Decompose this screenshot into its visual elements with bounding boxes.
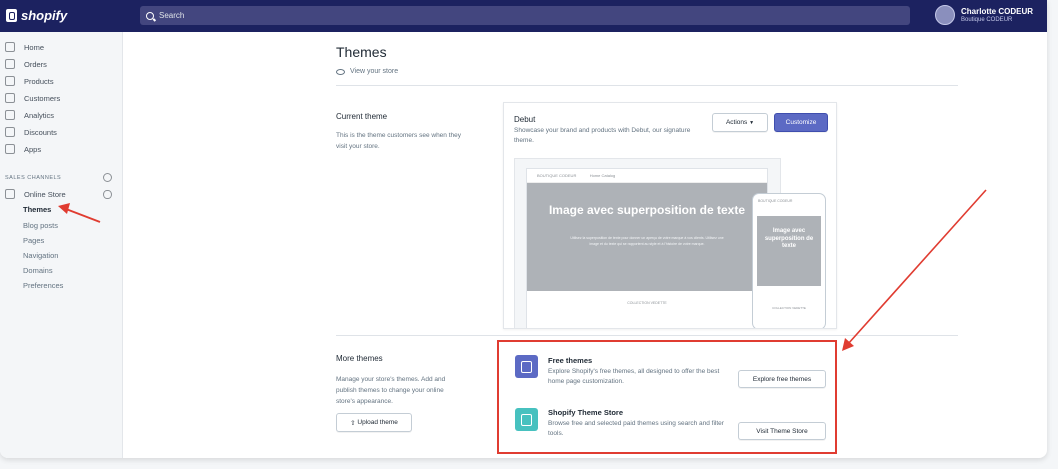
sidebar-item-products[interactable]: Products — [5, 76, 54, 86]
sidebar-item-online-store[interactable]: Online Store — [5, 189, 66, 199]
desktop-preview: BOUTIQUE CODEUR Home Catalog Image avec … — [526, 168, 768, 328]
current-theme-card: Debut Showcase your brand and products w… — [503, 102, 837, 329]
sidebar-item-home[interactable]: Home — [5, 42, 44, 52]
add-channel-icon[interactable] — [103, 173, 112, 182]
mobile-hero-title: Image avec superposition de texte — [764, 228, 814, 249]
sidebar-item-orders[interactable]: Orders — [5, 59, 47, 69]
upload-label: Upload theme — [357, 419, 398, 426]
avatar — [935, 5, 955, 25]
sidebar-item-label: Orders — [24, 59, 47, 69]
search-icon — [146, 11, 154, 20]
mobile-preview: BOUTIQUE CODEUR Image avec superposition… — [752, 193, 826, 328]
sidebar-item-apps[interactable]: Apps — [5, 144, 41, 154]
current-theme-description: This is the theme customers see when the… — [336, 132, 462, 150]
sidebar-item-themes[interactable]: Themes — [23, 205, 51, 214]
top-bar: shopify Search Charlotte CODEUR Boutique… — [0, 0, 1047, 32]
sidebar-item-label: Discounts — [24, 127, 57, 137]
sidebar-item-domains[interactable]: Domains — [23, 266, 53, 275]
preview-hero-text: Utilisez la superposition de texte pour … — [570, 236, 724, 246]
user-name: Charlotte CODEUR — [961, 6, 1034, 16]
view-store-label: View your store — [350, 68, 399, 75]
current-theme-heading: Current theme — [336, 112, 388, 121]
person-icon — [5, 93, 15, 103]
sidebar-item-label: Analytics — [24, 110, 55, 120]
apps-icon — [5, 144, 15, 154]
user-menu[interactable]: Charlotte CODEUR Boutique CODEUR — [935, 5, 1033, 25]
caret-down-icon: ▼ — [749, 119, 755, 126]
orders-icon — [5, 59, 15, 69]
preview-store-name: BOUTIQUE CODEUR — [537, 173, 577, 178]
search-placeholder: Search — [159, 11, 185, 20]
divider — [336, 335, 958, 336]
sidebar-item-label: Online Store — [24, 189, 66, 199]
eye-icon[interactable] — [103, 190, 112, 199]
sidebar-item-label: Home — [24, 42, 45, 52]
more-themes-heading: More themes — [336, 354, 383, 363]
search-input[interactable]: Search — [140, 6, 910, 25]
tag-icon — [5, 76, 15, 86]
mobile-collection-label: COLLECTION VEDETTE — [772, 306, 806, 310]
view-store-link[interactable]: View your store — [336, 68, 398, 75]
preview-header: BOUTIQUE CODEUR Home Catalog — [527, 169, 767, 183]
sidebar-item-preferences[interactable]: Preferences — [23, 281, 63, 290]
sidebar-item-blog-posts[interactable]: Blog posts — [23, 221, 58, 230]
preview-nav: Home Catalog — [589, 173, 616, 178]
sidebar-item-analytics[interactable]: Analytics — [5, 110, 54, 120]
bar-chart-icon — [5, 110, 15, 120]
more-themes-description: Manage your store's themes. Add and publ… — [336, 376, 446, 405]
sidebar-item-label: Products — [24, 76, 54, 86]
upload-icon: ⇧ — [350, 419, 356, 427]
sidebar: Home Orders Products Customers Analytics… — [0, 32, 123, 458]
actions-label: Actions — [725, 119, 748, 126]
sidebar-item-discounts[interactable]: Discounts — [5, 127, 57, 137]
eye-icon — [336, 68, 345, 75]
actions-button[interactable]: Actions ▼ — [712, 113, 768, 132]
mobile-preview-header: BOUTIQUE CODEUR — [758, 199, 793, 203]
store-icon — [5, 189, 15, 199]
divider — [336, 85, 958, 86]
sidebar-item-label: Customers — [24, 93, 61, 103]
customize-button[interactable]: Customize — [774, 113, 828, 132]
preview-collection-label: COLLECTION VEDETTE — [627, 301, 667, 305]
home-icon — [5, 42, 15, 52]
annotation-highlight-box — [497, 340, 837, 454]
shopify-logo[interactable]: shopify — [6, 8, 67, 23]
page-title: Themes — [336, 44, 387, 60]
logo-text: shopify — [21, 8, 68, 23]
discount-icon — [5, 127, 15, 137]
sales-channels-heading: SALES CHANNELS — [5, 175, 62, 181]
sidebar-item-navigation[interactable]: Navigation — [23, 251, 58, 260]
mobile-preview-hero: Image avec superposition de texte — [757, 216, 821, 286]
theme-name: Debut — [514, 115, 536, 124]
upload-theme-button[interactable]: ⇧ Upload theme — [336, 413, 412, 432]
shopify-bag-icon — [6, 9, 17, 22]
preview-hero: Image avec superposition de texte Utilis… — [527, 183, 767, 291]
preview-hero-title: Image avec superposition de texte — [548, 203, 746, 217]
user-store: Boutique CODEUR — [961, 16, 1013, 23]
sidebar-item-label: Apps — [24, 144, 42, 154]
sidebar-item-pages[interactable]: Pages — [23, 236, 44, 245]
theme-description: Showcase your brand and products with De… — [514, 127, 691, 144]
sidebar-item-customers[interactable]: Customers — [5, 93, 60, 103]
